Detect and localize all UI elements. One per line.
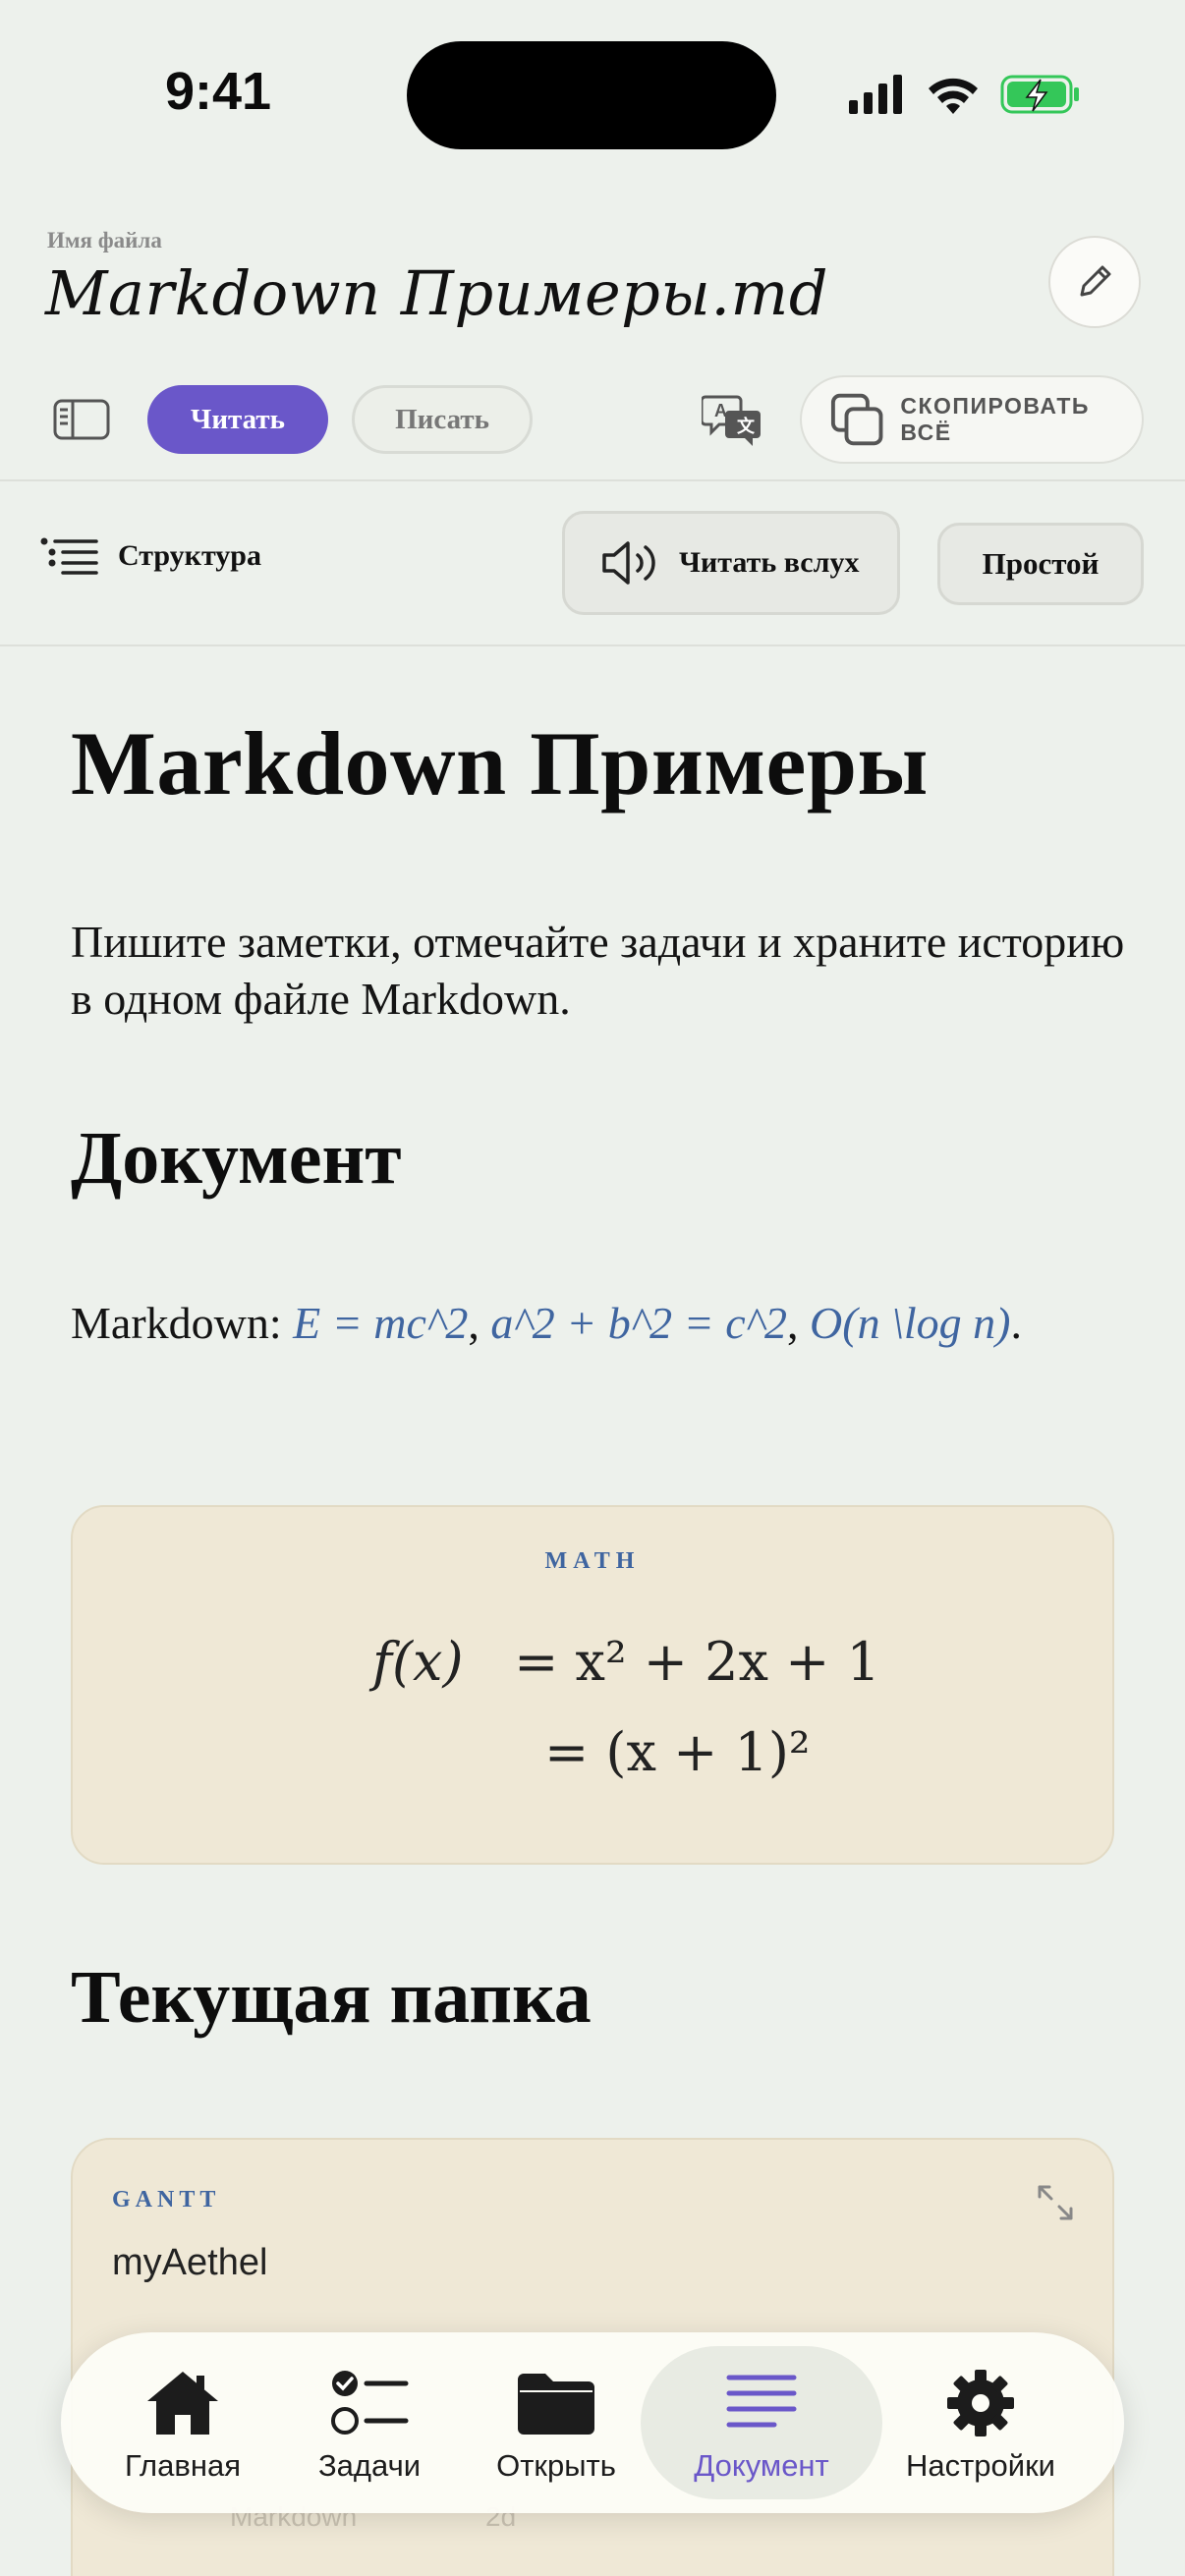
tab-open[interactable]: Открыть [468, 2346, 645, 2499]
gear-icon [947, 2370, 1014, 2436]
math-line-1: f(x) = x² + 2x + 1 [372, 1631, 880, 1693]
file-name-label: Имя файла [47, 228, 162, 252]
gantt-title: myAethel [112, 2242, 268, 2283]
speaker-icon [602, 541, 655, 585]
tab-settings[interactable]: Настройки [892, 2346, 1069, 2499]
read-aloud-label: Читать вслух [679, 546, 860, 579]
expand-icon [1038, 2185, 1073, 2220]
status-time: 9:41 [165, 62, 272, 121]
math-block: MATH f(x) = x² + 2x + 1 = (x + 1)² [71, 1505, 1114, 1865]
tab-bar: Главная Задачи Открыть Документ Настройк… [61, 2332, 1124, 2513]
dynamic-island [407, 41, 776, 149]
inline-math-paragraph: Markdown: E = mc^2, a^2 + b^2 = c^2, O(n… [71, 1298, 1022, 1348]
copy-icon [830, 393, 883, 446]
intro-paragraph: Пишите заметки, отмечайте задачи и храни… [71, 917, 1125, 1024]
inline-math-3: O(n \log n) [810, 1298, 1011, 1348]
svg-text:文: 文 [737, 416, 756, 437]
math-equation: f(x) = x² + 2x + 1 = (x + 1)² [73, 1507, 1112, 1863]
status-bar: 9:41 [0, 0, 1185, 187]
status-icons [847, 71, 1083, 120]
tab-label-home: Главная [125, 2448, 241, 2483]
copy-all-label: СКОПИРОВАТЬ ВСЁ [900, 393, 1090, 445]
math-rhs-1: = x² + 2x + 1 [514, 1631, 880, 1693]
inline-math-1: E = mc^2 [293, 1298, 469, 1348]
toolbar-divider [0, 479, 1185, 481]
file-title[interactable]: Markdown Примеры.md [45, 257, 828, 329]
tab-document[interactable]: Документ [641, 2346, 882, 2499]
section-heading-document: Документ [71, 1117, 402, 1200]
read-aloud-button[interactable]: Читать вслух [562, 511, 900, 615]
tasks-icon [331, 2371, 409, 2435]
signal-icon [849, 75, 902, 114]
tab-label-open: Открыть [496, 2448, 616, 2483]
expand-button[interactable] [1036, 2183, 1075, 2227]
wifi-icon [929, 78, 978, 114]
inline-prefix: Markdown: [71, 1298, 294, 1348]
structure-label: Структура [118, 539, 261, 572]
plain-style-button[interactable]: Простой [937, 523, 1144, 605]
tab-label-document: Документ [694, 2448, 829, 2483]
battery-icon [1000, 75, 1079, 114]
read-mode-button[interactable]: Читать [147, 385, 328, 454]
gantt-block-tag: GANTT [112, 2187, 221, 2212]
subtoolbar-divider [0, 644, 1185, 646]
sidebar-icon [53, 399, 110, 440]
tab-label-settings: Настройки [905, 2448, 1055, 2483]
pencil-icon [1080, 265, 1111, 297]
tab-tasks[interactable]: Задачи [281, 2346, 458, 2499]
sidebar-toggle-button[interactable] [53, 399, 110, 445]
write-mode-button[interactable]: Писать [352, 385, 533, 454]
tab-label-tasks: Задачи [317, 2448, 422, 2483]
translate-icon: A 文 [700, 395, 761, 446]
outline-list-icon [40, 537, 98, 575]
tab-home[interactable]: Главная [94, 2346, 271, 2499]
document-icon [726, 2375, 797, 2428]
math-line-2: = (x + 1)² [544, 1721, 811, 1783]
math-lhs: f(x) [372, 1631, 464, 1693]
inline-math-2: a^2 + b^2 = c^2 [490, 1298, 788, 1348]
home-icon [147, 2372, 218, 2435]
edit-title-button[interactable] [1048, 236, 1141, 328]
copy-all-button[interactable]: СКОПИРОВАТЬ ВСЁ [800, 375, 1144, 464]
section-heading-folder: Текущая папка [71, 1956, 592, 2039]
document-title: Markdown Примеры [71, 713, 929, 813]
mode-toolbar: Читать Писать A 文 СКОПИРОВАТЬ ВСЁ [0, 365, 1185, 479]
folder-icon [518, 2374, 594, 2435]
structure-button[interactable]: Структура [39, 536, 261, 576]
translate-button[interactable]: A 文 [700, 393, 764, 453]
